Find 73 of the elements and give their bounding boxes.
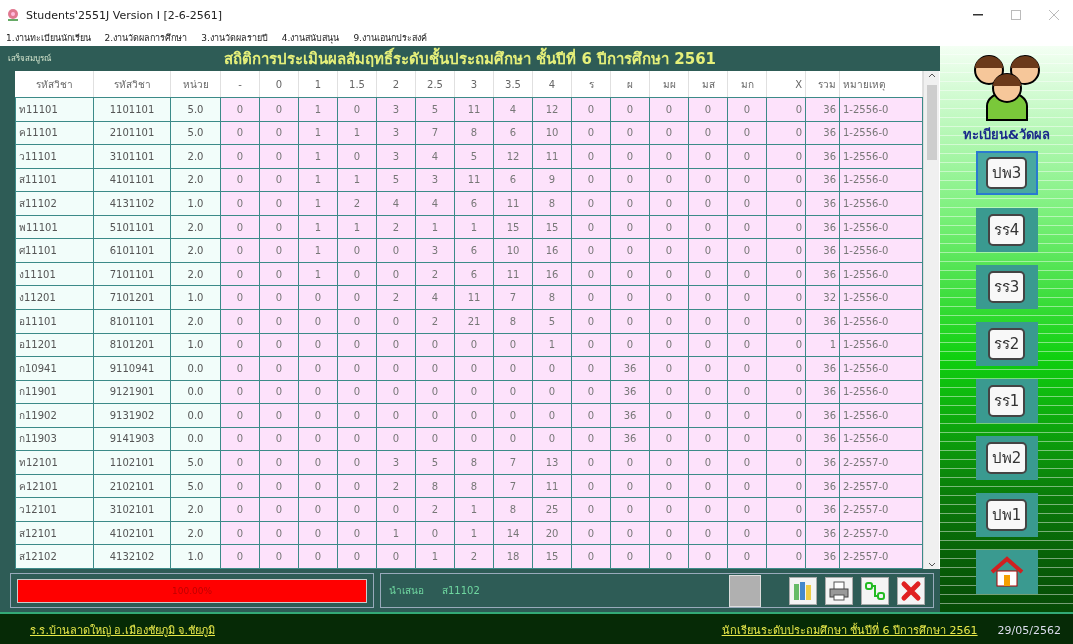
table-cell: ง11201 — [15, 285, 94, 310]
books-button[interactable] — [789, 576, 817, 605]
column-header: 3.5 — [493, 71, 533, 98]
minimize-icon[interactable] — [973, 14, 983, 16]
table-cell: ส12101 — [15, 521, 94, 545]
column-header: 3 — [454, 71, 494, 98]
scrollbar[interactable] — [923, 71, 939, 569]
menu-item[interactable]: 4.งานสนับสนุน — [281, 31, 340, 45]
column-header: 2 — [376, 71, 416, 98]
form-button[interactable]: ปพ1 — [975, 493, 1038, 537]
menu-item[interactable]: 3.งานวัดผลรายปี — [201, 31, 268, 45]
progress-text: 100.00% — [171, 585, 212, 596]
home-button[interactable] — [975, 550, 1038, 594]
info-value: ส11102 — [442, 584, 480, 598]
date-text: 29/05/2562 — [997, 623, 1061, 637]
menu-item[interactable]: 9.งานเอนกประสงค์ — [353, 31, 427, 45]
column-header: X — [766, 71, 806, 98]
table-cell: ท12101 — [15, 450, 94, 475]
column-header: มก — [727, 71, 767, 98]
column-header: หมายเหตุ — [839, 71, 923, 98]
status-label: เสร็จสมบูรณ์ — [8, 52, 52, 65]
house-icon — [989, 556, 1024, 588]
info-label: นำเสนอ — [389, 584, 424, 598]
table-cell: ส11101 — [15, 168, 94, 192]
column-header: ร — [571, 71, 611, 98]
table-cell: ว12101 — [15, 497, 94, 522]
form-button[interactable]: ปพ3 — [975, 151, 1038, 195]
class-info: นักเรียนระดับประถมศึกษา ชั้นปีที่ 6 ปีการศึกษา 2561 — [721, 621, 978, 639]
table-cell: อ11201 — [15, 333, 94, 357]
table-cell: ง11101 — [15, 262, 94, 286]
app-flower-icon — [6, 8, 20, 22]
column-header: 0 — [259, 71, 299, 98]
menu-item[interactable]: 1.งานทะเบียนนักเรียน — [6, 31, 91, 45]
scroll-thumb[interactable] — [926, 85, 937, 160]
column-header: มผ — [649, 71, 689, 98]
table-cell: พ11101 — [15, 215, 94, 239]
school-name: ร.ร.บ้านลาดใหญ่ อ.เมืองชัยภูมิ จ.ชัยภูมิ — [30, 623, 215, 639]
table-cell: ค11101 — [15, 121, 94, 145]
column-header: รหัสวิชา — [15, 71, 94, 98]
form-button[interactable]: รร4 — [975, 208, 1038, 252]
column-header: รวม — [805, 71, 840, 98]
column-header: 1.5 — [337, 71, 377, 98]
blank-button[interactable] — [729, 574, 761, 607]
column-header: - — [220, 71, 260, 98]
form-button[interactable]: รร2 — [975, 322, 1038, 366]
column-header: 4 — [532, 71, 572, 98]
table-cell: อ11101 — [15, 309, 94, 333]
form-button[interactable]: รร3 — [975, 265, 1038, 309]
table-cell: ส12102 — [15, 544, 94, 569]
table-cell: ท11101 — [15, 97, 94, 122]
window-title: Students'2551J Version I [2-6-2561] — [26, 8, 222, 22]
column-header: มส — [688, 71, 728, 98]
report-title: สถิติการประเมินผลสัมฤทธิ์ระดับชั้นประถมศึกษา ชั้นปีที่ 6 ปีการศึกษา 2561 — [222, 46, 718, 70]
column-header: หน่วย — [170, 71, 221, 98]
column-header: 2.5 — [415, 71, 455, 98]
table-cell: ก11902 — [15, 403, 94, 428]
table-cell: ก11901 — [15, 380, 94, 404]
table-cell: ค12101 — [15, 474, 94, 498]
table-cell: ส11102 — [15, 191, 94, 216]
table-cell: ก10941 — [15, 356, 94, 381]
form-button[interactable]: ปพ2 — [975, 436, 1038, 480]
print-button[interactable] — [825, 576, 853, 605]
column-header: 1 — [298, 71, 338, 98]
close-button[interactable] — [897, 576, 925, 605]
column-header: ผ — [610, 71, 650, 98]
table-cell: ว11101 — [15, 144, 94, 169]
table-cell: ศ11101 — [15, 238, 94, 263]
menu-item[interactable]: 2.งานวัดผลการศึกษา — [104, 31, 188, 45]
sidebar-title: ทะเบียน&วัดผล — [962, 126, 1051, 144]
column-header: รหัสวิชา — [93, 71, 171, 98]
table-cell: ก11903 — [15, 427, 94, 451]
form-button[interactable]: รร1 — [975, 379, 1038, 423]
connector-button[interactable] — [861, 576, 889, 605]
